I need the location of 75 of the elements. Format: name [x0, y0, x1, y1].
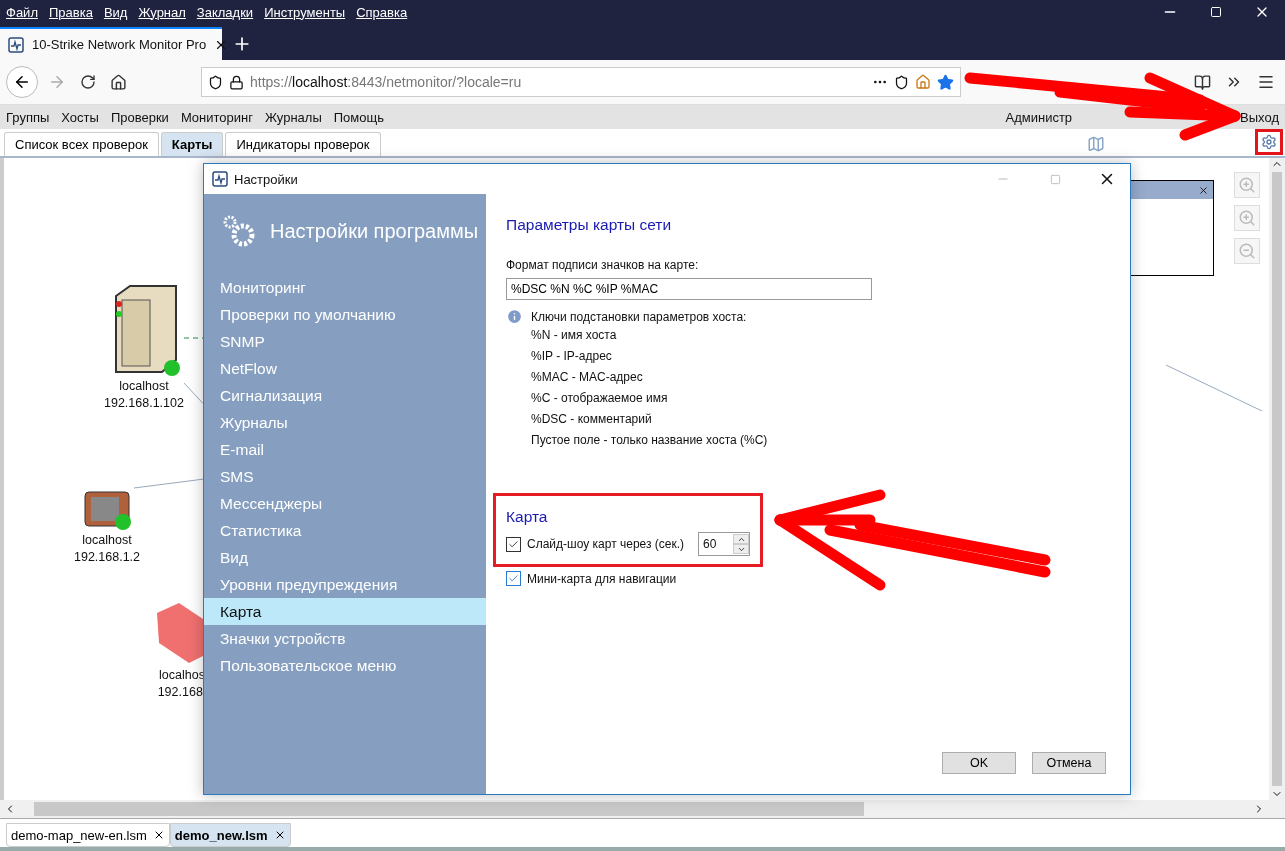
settings-button[interactable] [1255, 129, 1283, 155]
menu-item[interactable]: Группы [6, 109, 50, 125]
vertical-scrollbar[interactable] [1269, 158, 1285, 800]
menu-item[interactable]: Мониторинг [180, 109, 253, 125]
key-description: Пустое поле - только название хоста (%C) [531, 432, 769, 449]
tab[interactable]: Карты [160, 132, 224, 156]
forward-arrow-icon [48, 73, 66, 91]
close-icon[interactable] [1198, 184, 1209, 196]
menu-item[interactable]: Журналы [265, 109, 322, 125]
menu-icon [1257, 73, 1275, 91]
host-name: localhost [119, 378, 169, 395]
logout-link[interactable]: Выход [1240, 109, 1279, 125]
sidebar-header: Настройки программы [270, 219, 479, 243]
tab-title: 10-Strike Network Monitor Pro [32, 37, 207, 52]
spin-up-button[interactable] [733, 534, 749, 544]
info-icon [506, 308, 523, 325]
check-icon [508, 538, 519, 550]
browser-tab[interactable]: 10-Strike Network Monitor Pro [0, 27, 222, 60]
url-field[interactable]: https://localhost:8443/netmonitor/?locale=ru [201, 67, 961, 97]
checkbox[interactable] [506, 571, 521, 586]
settings-icon [1261, 134, 1277, 150]
check-icon [508, 573, 519, 584]
browser-menu-item[interactable]: Журнал [138, 4, 186, 20]
section-title: Параметры карты сети [506, 216, 673, 234]
spin-down-button[interactable] [733, 544, 749, 554]
menu-item[interactable]: Помощь [333, 109, 384, 125]
file-tab[interactable]: demo-map_new-en.lsm [6, 823, 170, 847]
dialog-button[interactable]: Отмена [1032, 752, 1106, 774]
key-description: %MAC - MAC-адрес [531, 369, 644, 386]
browser-menu-item[interactable]: Вид [103, 4, 128, 20]
checkbox-label: Мини-карта для навигации [527, 571, 677, 586]
star-icon[interactable] [937, 73, 954, 91]
settings-nav-item[interactable]: Карта [204, 598, 486, 625]
user-name: Администр [1005, 109, 1073, 125]
dialog-button[interactable]: OK [942, 752, 1016, 774]
horizontal-scrollbar[interactable] [0, 800, 1285, 818]
number-spinner[interactable]: 60 [698, 532, 750, 556]
tab[interactable]: Индикаторы проверок [225, 132, 381, 156]
key-description: %C - отображаемое имя [531, 390, 669, 407]
key-description: %IP - IP-адрес [531, 348, 613, 365]
host-name: localhos [159, 667, 205, 684]
key-description: %DSC - комментарий [531, 411, 653, 428]
host-ip: 192.168.1.102 [104, 395, 184, 412]
key-description: %N - имя хоста [531, 327, 618, 344]
file-tab[interactable]: demo_new.lsm [169, 823, 291, 847]
section-title: Карта [506, 508, 549, 526]
gears-icon [222, 214, 256, 248]
book-icon [1194, 73, 1211, 91]
lock-icon [229, 74, 244, 90]
back-button[interactable] [6, 66, 38, 98]
host-ip: 192.168. [157, 684, 207, 701]
browser-menu-item[interactable]: Инструменты [264, 4, 346, 20]
field-label: Формат подписи значков на карте: [506, 258, 700, 272]
tab[interactable]: Список всех проверок [4, 132, 159, 156]
keys-title: Ключи подстановки параметров хоста: [531, 309, 747, 324]
shield-icon [208, 74, 223, 90]
pulse-icon [8, 36, 24, 53]
browser-menu-item[interactable]: Закладки [196, 4, 254, 20]
host-ip: 192.168.1.2 [74, 549, 141, 566]
browser-menu-item[interactable]: Правка [48, 4, 93, 20]
menu-item[interactable]: Хосты [61, 109, 99, 125]
home-icon [110, 73, 127, 91]
menu-item[interactable]: Проверки [110, 109, 169, 125]
host-name: localhost [82, 532, 132, 549]
checkbox-label: Слайд-шоу карт через (сек.) [527, 537, 685, 551]
browser-menu-item[interactable]: Файл [6, 4, 38, 20]
url-text: https://localhost:8443/netmonitor/?locale=ru [250, 74, 523, 90]
house-icon[interactable] [915, 74, 931, 90]
format-input[interactable]: %DSC %N %C %IP %MAC [506, 278, 872, 300]
pulse-icon [212, 171, 228, 187]
checkbox[interactable] [506, 536, 521, 552]
dialog-title: Настройки [234, 171, 298, 187]
map-icon[interactable] [1087, 135, 1105, 153]
reload-icon [80, 74, 96, 90]
browser-menu-item[interactable]: Справка [356, 4, 408, 20]
